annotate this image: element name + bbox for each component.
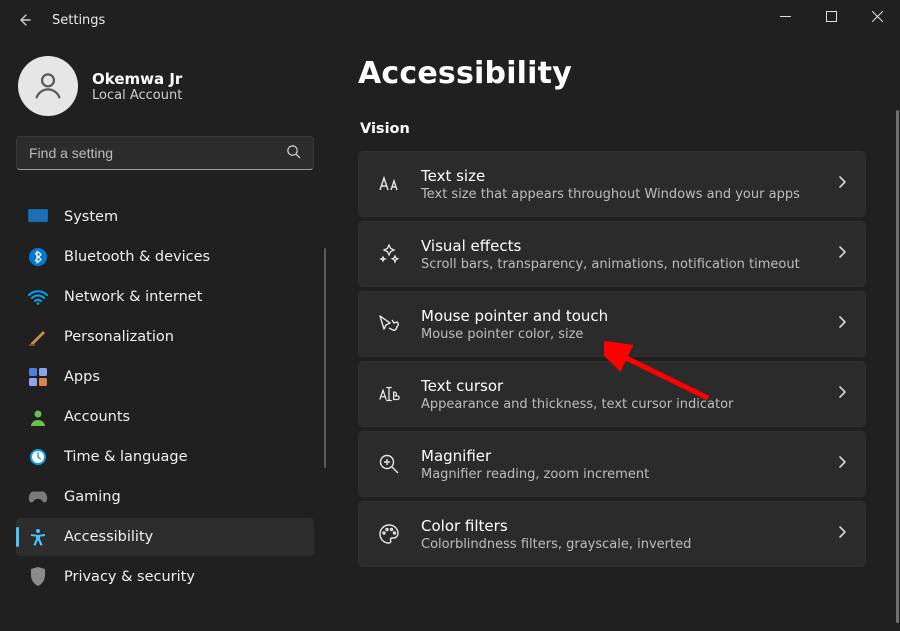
maximize-icon xyxy=(826,11,837,22)
sidebar-item-personalization[interactable]: Personalization xyxy=(16,318,314,356)
search-input[interactable] xyxy=(29,145,286,161)
user-sub: Local Account xyxy=(92,88,182,103)
card-title: Mouse pointer and touch xyxy=(421,307,817,325)
card-mouse-pointer[interactable]: Mouse pointer and touch Mouse pointer col… xyxy=(358,291,866,357)
page-title: Accessibility xyxy=(358,56,876,91)
chevron-right-icon xyxy=(837,525,847,543)
sidebar-item-accounts[interactable]: Accounts xyxy=(16,398,314,436)
text-cursor-icon xyxy=(377,384,401,404)
person-icon xyxy=(31,69,65,103)
close-icon xyxy=(872,11,883,22)
chevron-right-icon xyxy=(837,385,847,403)
bluetooth-icon xyxy=(28,247,48,267)
sidebar-item-label: Gaming xyxy=(64,489,121,505)
sidebar-item-system[interactable]: System xyxy=(16,198,314,236)
time-icon xyxy=(28,447,48,467)
card-sub: Appearance and thickness, text cursor in… xyxy=(421,397,817,412)
minimize-icon xyxy=(780,11,791,22)
chevron-right-icon xyxy=(837,455,847,473)
sidebar-item-label: Personalization xyxy=(64,329,174,345)
card-text-cursor[interactable]: Text cursor Appearance and thickness, tex… xyxy=(358,361,866,427)
sidebar: Okemwa Jr Local Account System Bluetooth … xyxy=(0,40,326,631)
card-sub: Text size that appears throughout Window… xyxy=(421,187,817,202)
sidebar-item-label: Network & internet xyxy=(64,289,202,305)
sidebar-item-accessibility[interactable]: Accessibility xyxy=(16,518,314,556)
close-button[interactable] xyxy=(854,0,900,32)
magnifier-icon xyxy=(377,453,401,475)
card-color-filters[interactable]: Color filters Colorblindness filters, gra… xyxy=(358,501,866,567)
accounts-icon xyxy=(28,407,48,427)
card-magnifier[interactable]: Magnifier Magnifier reading, zoom increme… xyxy=(358,431,866,497)
sidebar-item-label: Accessibility xyxy=(64,529,153,545)
text-size-icon xyxy=(377,174,401,194)
card-list: Text size Text size that appears througho… xyxy=(358,151,876,567)
search-box[interactable] xyxy=(16,136,314,170)
nav: System Bluetooth & devices Network & inter… xyxy=(16,198,314,596)
card-title: Text size xyxy=(421,167,817,185)
window-title: Settings xyxy=(52,13,105,28)
visual-effects-icon xyxy=(377,243,401,265)
user-block[interactable]: Okemwa Jr Local Account xyxy=(16,48,316,136)
mouse-pointer-icon xyxy=(377,313,401,335)
chevron-right-icon xyxy=(837,315,847,333)
chevron-right-icon xyxy=(837,175,847,193)
card-visual-effects[interactable]: Visual effects Scroll bars, transparency,… xyxy=(358,221,866,287)
card-sub: Colorblindness filters, grayscale, inver… xyxy=(421,537,817,552)
minimize-button[interactable] xyxy=(762,0,808,32)
card-sub: Mouse pointer color, size xyxy=(421,327,817,342)
card-title: Color filters xyxy=(421,517,817,535)
sidebar-item-privacy[interactable]: Privacy & security xyxy=(16,558,314,596)
color-filters-icon xyxy=(377,523,401,545)
sidebar-item-label: Bluetooth & devices xyxy=(64,249,210,265)
sidebar-item-label: Apps xyxy=(64,369,100,385)
back-button[interactable] xyxy=(4,0,44,40)
card-text-size[interactable]: Text size Text size that appears througho… xyxy=(358,151,866,217)
network-icon xyxy=(28,287,48,307)
system-icon xyxy=(28,207,48,227)
sidebar-item-bluetooth[interactable]: Bluetooth & devices xyxy=(16,238,314,276)
card-title: Visual effects xyxy=(421,237,817,255)
sidebar-item-label: Accounts xyxy=(64,409,130,425)
card-title: Text cursor xyxy=(421,377,817,395)
card-sub: Magnifier reading, zoom increment xyxy=(421,467,817,482)
accessibility-icon xyxy=(28,527,48,547)
sidebar-item-gaming[interactable]: Gaming xyxy=(16,478,314,516)
privacy-icon xyxy=(28,567,48,587)
section-heading: Vision xyxy=(360,121,876,137)
window-controls xyxy=(762,0,900,32)
titlebar: Settings xyxy=(0,0,900,40)
search-icon xyxy=(286,144,301,163)
sidebar-item-time[interactable]: Time & language xyxy=(16,438,314,476)
user-name: Okemwa Jr xyxy=(92,70,182,88)
arrow-left-icon xyxy=(16,12,32,28)
sidebar-item-label: Time & language xyxy=(64,449,188,465)
sidebar-item-apps[interactable]: Apps xyxy=(16,358,314,396)
sidebar-item-label: System xyxy=(64,209,118,225)
sidebar-item-network[interactable]: Network & internet xyxy=(16,278,314,316)
content: Accessibility Vision Text size Text size … xyxy=(326,40,900,631)
gaming-icon xyxy=(28,487,48,507)
chevron-right-icon xyxy=(837,245,847,263)
content-scrollbar[interactable] xyxy=(896,110,899,623)
avatar xyxy=(18,56,78,116)
maximize-button[interactable] xyxy=(808,0,854,32)
personalization-icon xyxy=(28,327,48,347)
sidebar-item-label: Privacy & security xyxy=(64,569,195,585)
apps-icon xyxy=(28,367,48,387)
card-sub: Scroll bars, transparency, animations, n… xyxy=(421,257,817,272)
card-title: Magnifier xyxy=(421,447,817,465)
